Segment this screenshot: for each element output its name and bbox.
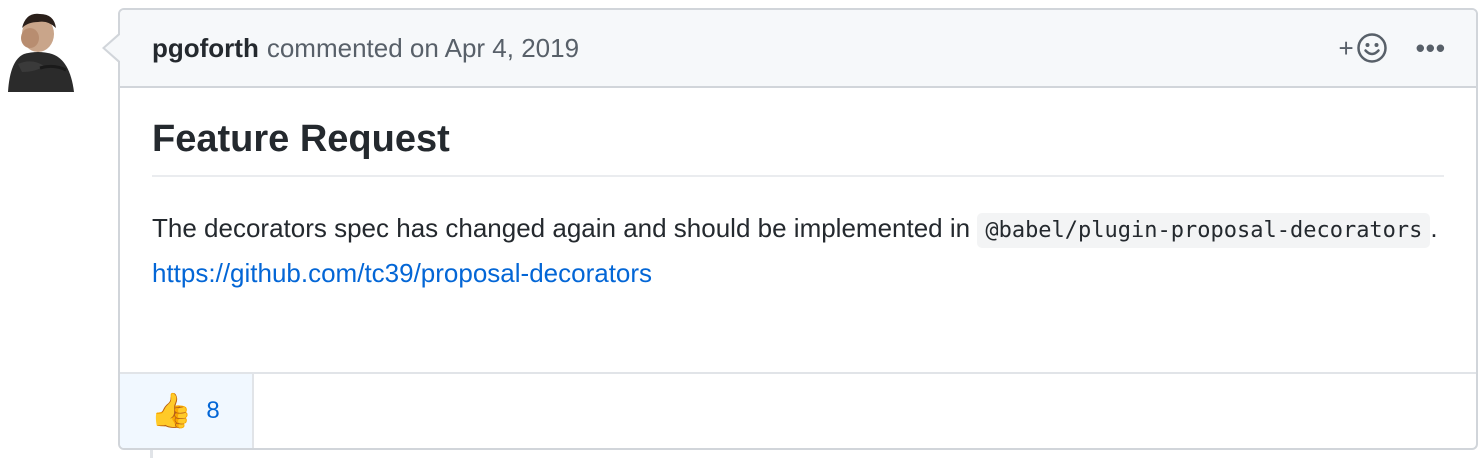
- add-reaction-button[interactable]: +: [1339, 32, 1388, 64]
- plus-label: +: [1338, 32, 1354, 63]
- comment-body: Feature Request The decorators spec has …: [120, 88, 1476, 294]
- timeline-line: [150, 450, 153, 458]
- comment-box: pgoforth commented on Apr 4, 2019 + ••• …: [102, 8, 1478, 450]
- proposal-link[interactable]: https://github.com/tc39/proposal-decorat…: [152, 252, 1444, 294]
- avatar-image: [0, 8, 84, 92]
- comment-caret-inner: [105, 34, 121, 62]
- body-text-end: .: [1430, 213, 1438, 243]
- avatar[interactable]: [0, 8, 84, 92]
- header-actions: + •••: [1339, 32, 1447, 64]
- comment-paragraph: The decorators spec has changed again an…: [152, 207, 1444, 252]
- smiley-icon: [1356, 33, 1387, 63]
- comment-heading: Feature Request: [152, 118, 1444, 177]
- reactions-bar: 👍 8: [120, 372, 1476, 448]
- body-text: The decorators spec has changed again an…: [152, 213, 978, 243]
- kebab-menu-icon[interactable]: •••: [1416, 33, 1446, 64]
- author-link[interactable]: pgoforth: [152, 33, 259, 64]
- reaction-count: 8: [206, 397, 220, 424]
- reaction-thumbs-up-button[interactable]: 👍 8: [120, 374, 254, 448]
- comment-timestamp[interactable]: commented on Apr 4, 2019: [267, 33, 579, 64]
- thumbs-up-icon: 👍: [150, 392, 193, 430]
- inline-code: @babel/plugin-proposal-decorators: [977, 213, 1431, 248]
- comment-header: pgoforth commented on Apr 4, 2019: [120, 10, 1476, 88]
